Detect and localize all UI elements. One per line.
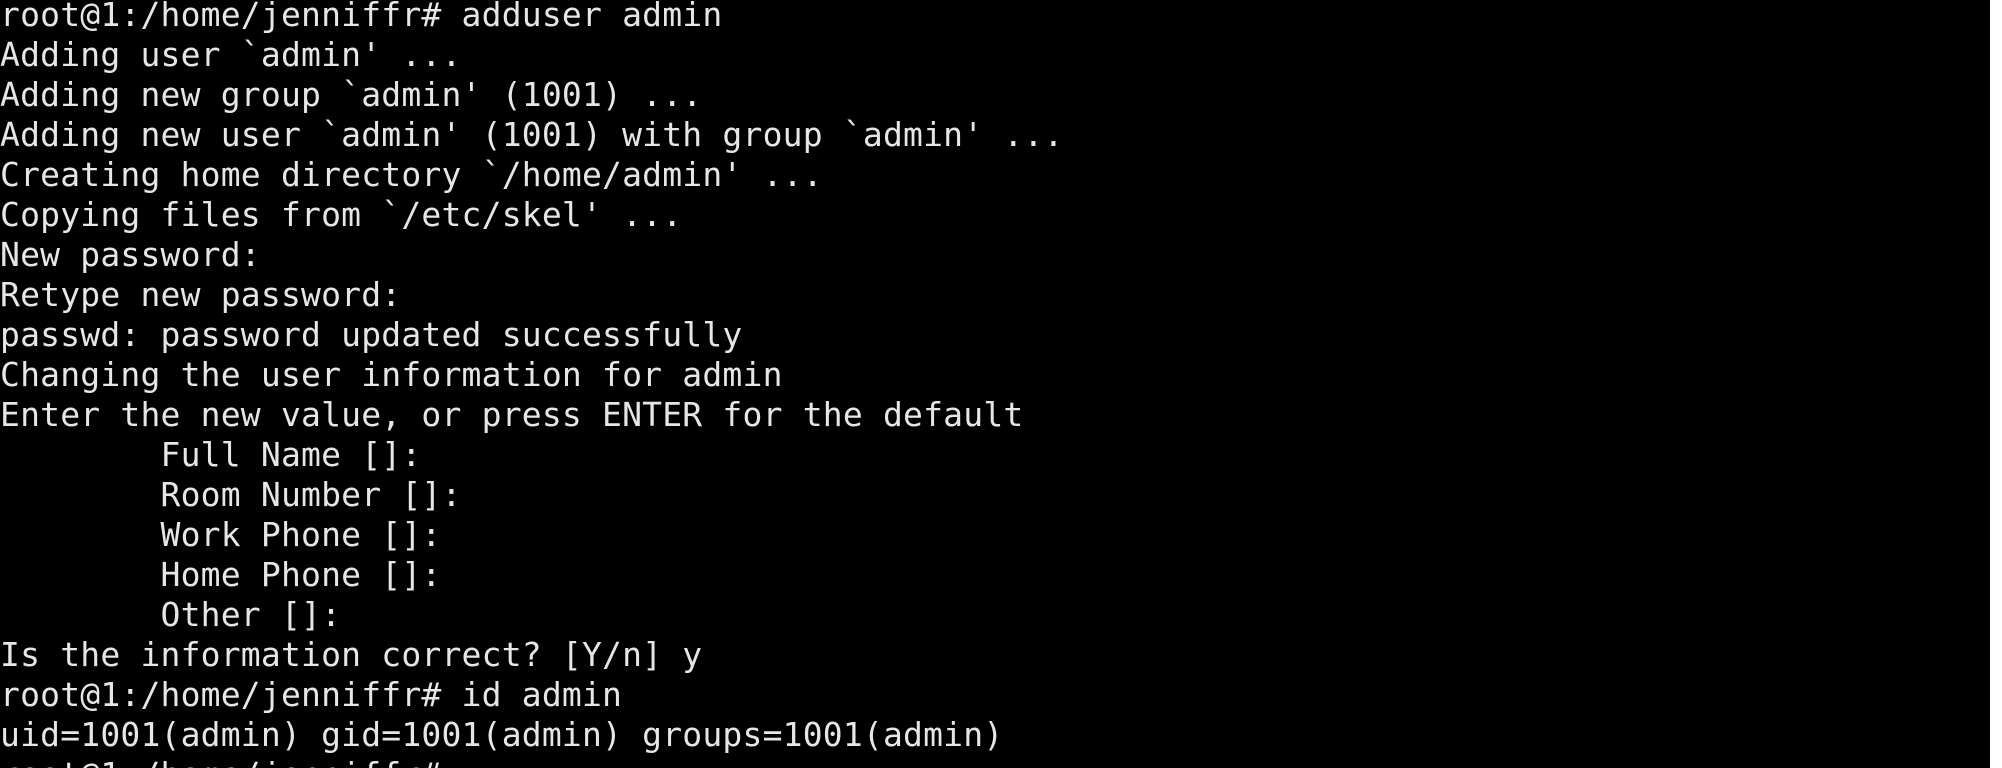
window-edge (1990, 0, 2002, 768)
terminal-line-home-directory: Creating home directory `/home/admin' ..… (0, 155, 823, 194)
terminal-line-full-name: Full Name []: (0, 435, 422, 474)
terminal-line-adding-user: Adding user `admin' ... (0, 35, 462, 74)
terminal-line-id-output: uid=1001(admin) gid=1001(admin) groups=1… (0, 715, 1004, 754)
terminal-line-retype-password: Retype new password: (0, 275, 402, 314)
terminal-line-id-command: root@1:/home/jenniffr# id admin (0, 675, 623, 714)
terminal-window[interactable]: root@1:/home/jenniffr# adduser admin Add… (0, 0, 1990, 768)
terminal-line-adduser-command: root@1:/home/jenniffr# adduser admin (0, 0, 723, 34)
terminal-line-confirm: Is the information correct? [Y/n] y (0, 635, 703, 674)
terminal-line-changing-info: Changing the user information for admin (0, 355, 783, 394)
terminal-line-work-phone: Work Phone []: (0, 515, 442, 554)
terminal-line-room-number: Room Number []: (0, 475, 462, 514)
terminal-line-prompt: root@1:/home/jenniffr# (0, 755, 442, 768)
terminal-line-passwd-updated: passwd: password updated successfully (0, 315, 743, 354)
terminal-line-other: Other []: (0, 595, 342, 634)
terminal-line-new-password: New password: (0, 235, 261, 274)
terminal-line-copying-files: Copying files from `/etc/skel' ... (0, 195, 683, 234)
terminal-line-adding-new-user: Adding new user `admin' (1001) with grou… (0, 115, 1064, 154)
terminal-line-adding-group: Adding new group `admin' (1001) ... (0, 75, 703, 114)
terminal-line-home-phone: Home Phone []: (0, 555, 442, 594)
terminal-line-enter-value: Enter the new value, or press ENTER for … (0, 395, 1024, 434)
